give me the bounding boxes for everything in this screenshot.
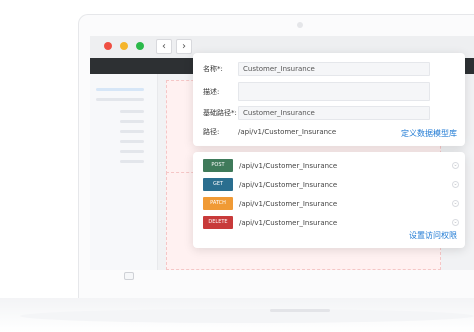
description-row: 描述: — [203, 82, 430, 101]
back-button[interactable]: ‹ — [156, 39, 172, 54]
method-badge: PATCH — [203, 197, 233, 210]
sidebar-item[interactable] — [96, 98, 144, 101]
chevron-down-icon[interactable]: ⌄ — [452, 181, 459, 188]
minimize-window-dot[interactable] — [120, 42, 128, 50]
api-row[interactable]: POST /api/v1/Customer_Insurance ⌄ — [203, 159, 459, 172]
chevron-down-icon[interactable]: ⌄ — [452, 219, 459, 226]
sidebar-item[interactable] — [120, 120, 144, 123]
sidebar-item[interactable] — [120, 160, 144, 163]
api-path: /api/v1/Customer_Insurance — [239, 180, 338, 189]
path-value: /api/v1/Customer_Insurance — [238, 128, 337, 136]
laptop-base-shadow — [20, 309, 474, 323]
chevron-down-icon[interactable]: ⌄ — [452, 162, 459, 169]
home-icon — [124, 272, 134, 280]
chevron-down-icon[interactable]: ⌄ — [452, 200, 459, 207]
name-label: 名称*: — [203, 65, 223, 73]
api-row[interactable]: PATCH /api/v1/Customer_Insurance ⌄ — [203, 197, 459, 210]
sidebar-item[interactable] — [96, 88, 144, 91]
path-label: 路径: — [203, 128, 220, 136]
method-badge: GET — [203, 178, 233, 191]
api-path: /api/v1/Customer_Insurance — [239, 161, 338, 170]
sidebar — [90, 74, 158, 270]
define-data-model-link[interactable]: 定义数据模型库 — [401, 128, 457, 139]
sidebar-item[interactable] — [120, 110, 144, 113]
set-access-permissions-link[interactable]: 设置访问权限 — [409, 230, 457, 241]
camera-dot — [297, 22, 303, 28]
base-path-field[interactable]: Customer_Insurance — [238, 106, 430, 120]
close-window-dot[interactable] — [104, 42, 112, 50]
name-row: 名称*: Customer_Insurance — [203, 62, 430, 76]
laptop-notch — [270, 309, 330, 312]
api-row[interactable]: DELETE /api/v1/Customer_Insurance ⌄ — [203, 216, 459, 229]
method-badge: DELETE — [203, 216, 233, 229]
sidebar-item[interactable] — [120, 150, 144, 153]
api-path: /api/v1/Customer_Insurance — [239, 199, 338, 208]
sidebar-item[interactable] — [120, 130, 144, 133]
base-path-row: 基础路径*: Customer_Insurance — [203, 106, 430, 120]
model-form-panel: 名称*: Customer_Insurance 描述: 基础路径*: Custo… — [193, 53, 465, 146]
base-path-label: 基础路径*: — [203, 109, 237, 117]
description-label: 描述: — [203, 87, 220, 96]
api-row[interactable]: GET /api/v1/Customer_Insurance ⌄ — [203, 178, 459, 191]
method-badge: POST — [203, 159, 233, 172]
path-row: 路径: /api/v1/Customer_Insurance — [203, 127, 336, 137]
description-field[interactable] — [238, 82, 430, 101]
maximize-window-dot[interactable] — [136, 42, 144, 50]
api-list-panel: POST /api/v1/Customer_Insurance ⌄ GET /a… — [193, 152, 465, 248]
sidebar-item[interactable] — [120, 140, 144, 143]
api-path: /api/v1/Customer_Insurance — [239, 218, 338, 227]
name-field[interactable]: Customer_Insurance — [238, 62, 430, 76]
forward-button[interactable]: › — [176, 39, 192, 54]
